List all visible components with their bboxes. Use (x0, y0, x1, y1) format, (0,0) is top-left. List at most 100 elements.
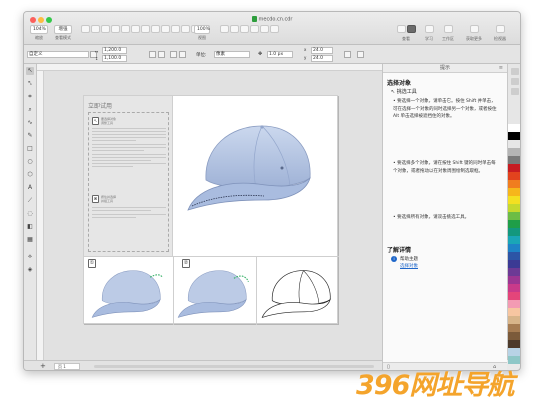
shape-tool-icon[interactable]: ⤣ (26, 80, 34, 88)
drawing-canvas[interactable]: 立即试用 ↖ 要选择对象 调整工具 ⌘ 按住并选择 并组工具 ① ② (44, 71, 382, 360)
doc-view-control[interactable]: 100% 视图 (194, 25, 210, 41)
get-more-icon[interactable] (469, 25, 479, 33)
portrait-icon[interactable] (149, 51, 156, 58)
add-page-button[interactable]: + (40, 362, 46, 370)
arrange-icon[interactable] (219, 25, 229, 33)
blend-tool-icon[interactable]: ◌ (26, 210, 34, 218)
duplicate-y-field[interactable]: 24.0 (311, 55, 333, 62)
color-swatch[interactable] (508, 332, 520, 340)
doc-view-select[interactable]: 100% (194, 25, 210, 34)
page-width-field[interactable]: 1,200.0 (102, 47, 127, 54)
color-swatch[interactable] (508, 212, 520, 220)
align-icon[interactable] (229, 25, 239, 33)
color-swatch[interactable] (508, 316, 520, 324)
connector-tool-icon[interactable]: ⟋ (26, 197, 34, 205)
fill-tool-icon[interactable]: ◈ (26, 266, 34, 274)
current-page-icon[interactable] (179, 51, 186, 58)
color-swatch[interactable] (508, 348, 520, 356)
color-swatch[interactable] (508, 340, 520, 348)
snap-icon[interactable] (160, 25, 170, 33)
artistic-media-icon[interactable]: ✎ (26, 132, 34, 140)
all-pages-icon[interactable] (170, 51, 177, 58)
ellipse-tool-icon[interactable]: ○ (26, 158, 34, 166)
color-swatch[interactable] (508, 244, 520, 252)
color-swatch[interactable] (508, 292, 520, 300)
cap-illustration-outline[interactable] (260, 266, 338, 322)
color-swatch[interactable] (508, 148, 520, 156)
print-icon[interactable] (130, 25, 140, 33)
color-swatch[interactable] (508, 180, 520, 188)
document-page[interactable]: 立即试用 ↖ 要选择对象 调整工具 ⌘ 按住并选择 并组工具 ① ② (83, 95, 339, 325)
save-icon[interactable] (100, 25, 110, 33)
inspector-icon[interactable] (495, 25, 505, 33)
workspace-button[interactable]: 工作区 (442, 25, 454, 42)
guides-icon[interactable] (180, 25, 190, 33)
color-swatch[interactable] (508, 140, 520, 148)
transform-icon[interactable] (239, 25, 249, 33)
enhanced-view-icon[interactable] (406, 25, 416, 33)
properties-tab[interactable] (511, 78, 519, 85)
objects-tab[interactable] (511, 88, 519, 95)
page-height-field[interactable]: 1,100.0 (102, 55, 127, 62)
page-options-icon[interactable] (344, 51, 351, 58)
combine-icon[interactable] (249, 25, 259, 33)
docker-menu-icon[interactable]: ≡ (499, 64, 503, 73)
cap-illustration-small-2[interactable] (176, 266, 254, 322)
color-swatch[interactable] (508, 196, 520, 204)
lesson-icon[interactable] (424, 25, 434, 33)
hints-tab[interactable] (511, 68, 519, 75)
get-more-button[interactable]: 获取更多 (466, 25, 482, 42)
view-mode-control[interactable]: 增强 查看模式 (54, 25, 72, 41)
view-mode-select[interactable]: 增强 (54, 25, 72, 34)
color-swatch[interactable] (508, 204, 520, 212)
undo-icon[interactable] (140, 25, 150, 33)
page-tab[interactable]: 页 1 (54, 363, 80, 370)
export-icon[interactable] (120, 25, 130, 33)
units-select[interactable]: 像素 (214, 51, 250, 58)
lock-icon[interactable] (259, 25, 269, 33)
pick-tool-icon[interactable]: ↖ (26, 67, 34, 75)
landscape-icon[interactable] (158, 51, 165, 58)
color-swatch[interactable] (508, 284, 520, 292)
page-preset-select[interactable]: 自定义 (27, 51, 89, 58)
cap-illustration-large[interactable] (184, 118, 324, 218)
transparency-tool-icon[interactable]: ◧ (26, 223, 34, 231)
color-swatch[interactable] (508, 268, 520, 276)
text-tool-icon[interactable]: A (26, 184, 34, 192)
color-swatch[interactable] (508, 220, 520, 228)
rectangle-tool-icon[interactable]: □ (26, 145, 34, 153)
horizontal-scrollbar[interactable] (94, 365, 374, 368)
color-swatch[interactable] (508, 308, 520, 316)
color-swatch[interactable] (508, 260, 520, 268)
color-swatch[interactable] (508, 276, 520, 284)
inspector-button[interactable]: 检视器 (494, 25, 506, 42)
color-swatch[interactable] (508, 252, 520, 260)
open-icon[interactable] (90, 25, 100, 33)
pattern-tool-icon[interactable]: ▦ (26, 236, 34, 244)
eyedropper-tool-icon[interactable]: ⟡ (26, 253, 34, 261)
page-settings-icon[interactable] (357, 51, 364, 58)
nudge-field[interactable]: 1.0 px (267, 51, 293, 58)
workspace-icon[interactable] (443, 25, 453, 33)
color-swatch[interactable] (508, 228, 520, 236)
color-swatch[interactable] (508, 156, 520, 164)
lesson-button[interactable]: 学习 (424, 25, 434, 42)
unlock-icon[interactable] (269, 25, 279, 33)
color-swatch[interactable] (508, 172, 520, 180)
polygon-tool-icon[interactable]: ⬡ (26, 171, 34, 179)
freehand-tool-icon[interactable]: ∿ (26, 119, 34, 127)
crop-tool-icon[interactable]: ⌗ (26, 93, 34, 101)
redo-icon[interactable] (150, 25, 160, 33)
cap-illustration-small-1[interactable] (90, 266, 168, 322)
import-icon[interactable] (110, 25, 120, 33)
horizontal-ruler[interactable] (37, 64, 382, 71)
color-swatch[interactable] (508, 300, 520, 308)
grid-icon[interactable] (170, 25, 180, 33)
vertical-ruler[interactable] (37, 71, 44, 360)
color-swatch[interactable] (508, 188, 520, 196)
color-swatch[interactable] (508, 236, 520, 244)
new-icon[interactable] (80, 25, 90, 33)
wireframe-view-icon[interactable] (396, 25, 406, 33)
color-swatch[interactable] (508, 324, 520, 332)
color-swatch[interactable] (508, 164, 520, 172)
